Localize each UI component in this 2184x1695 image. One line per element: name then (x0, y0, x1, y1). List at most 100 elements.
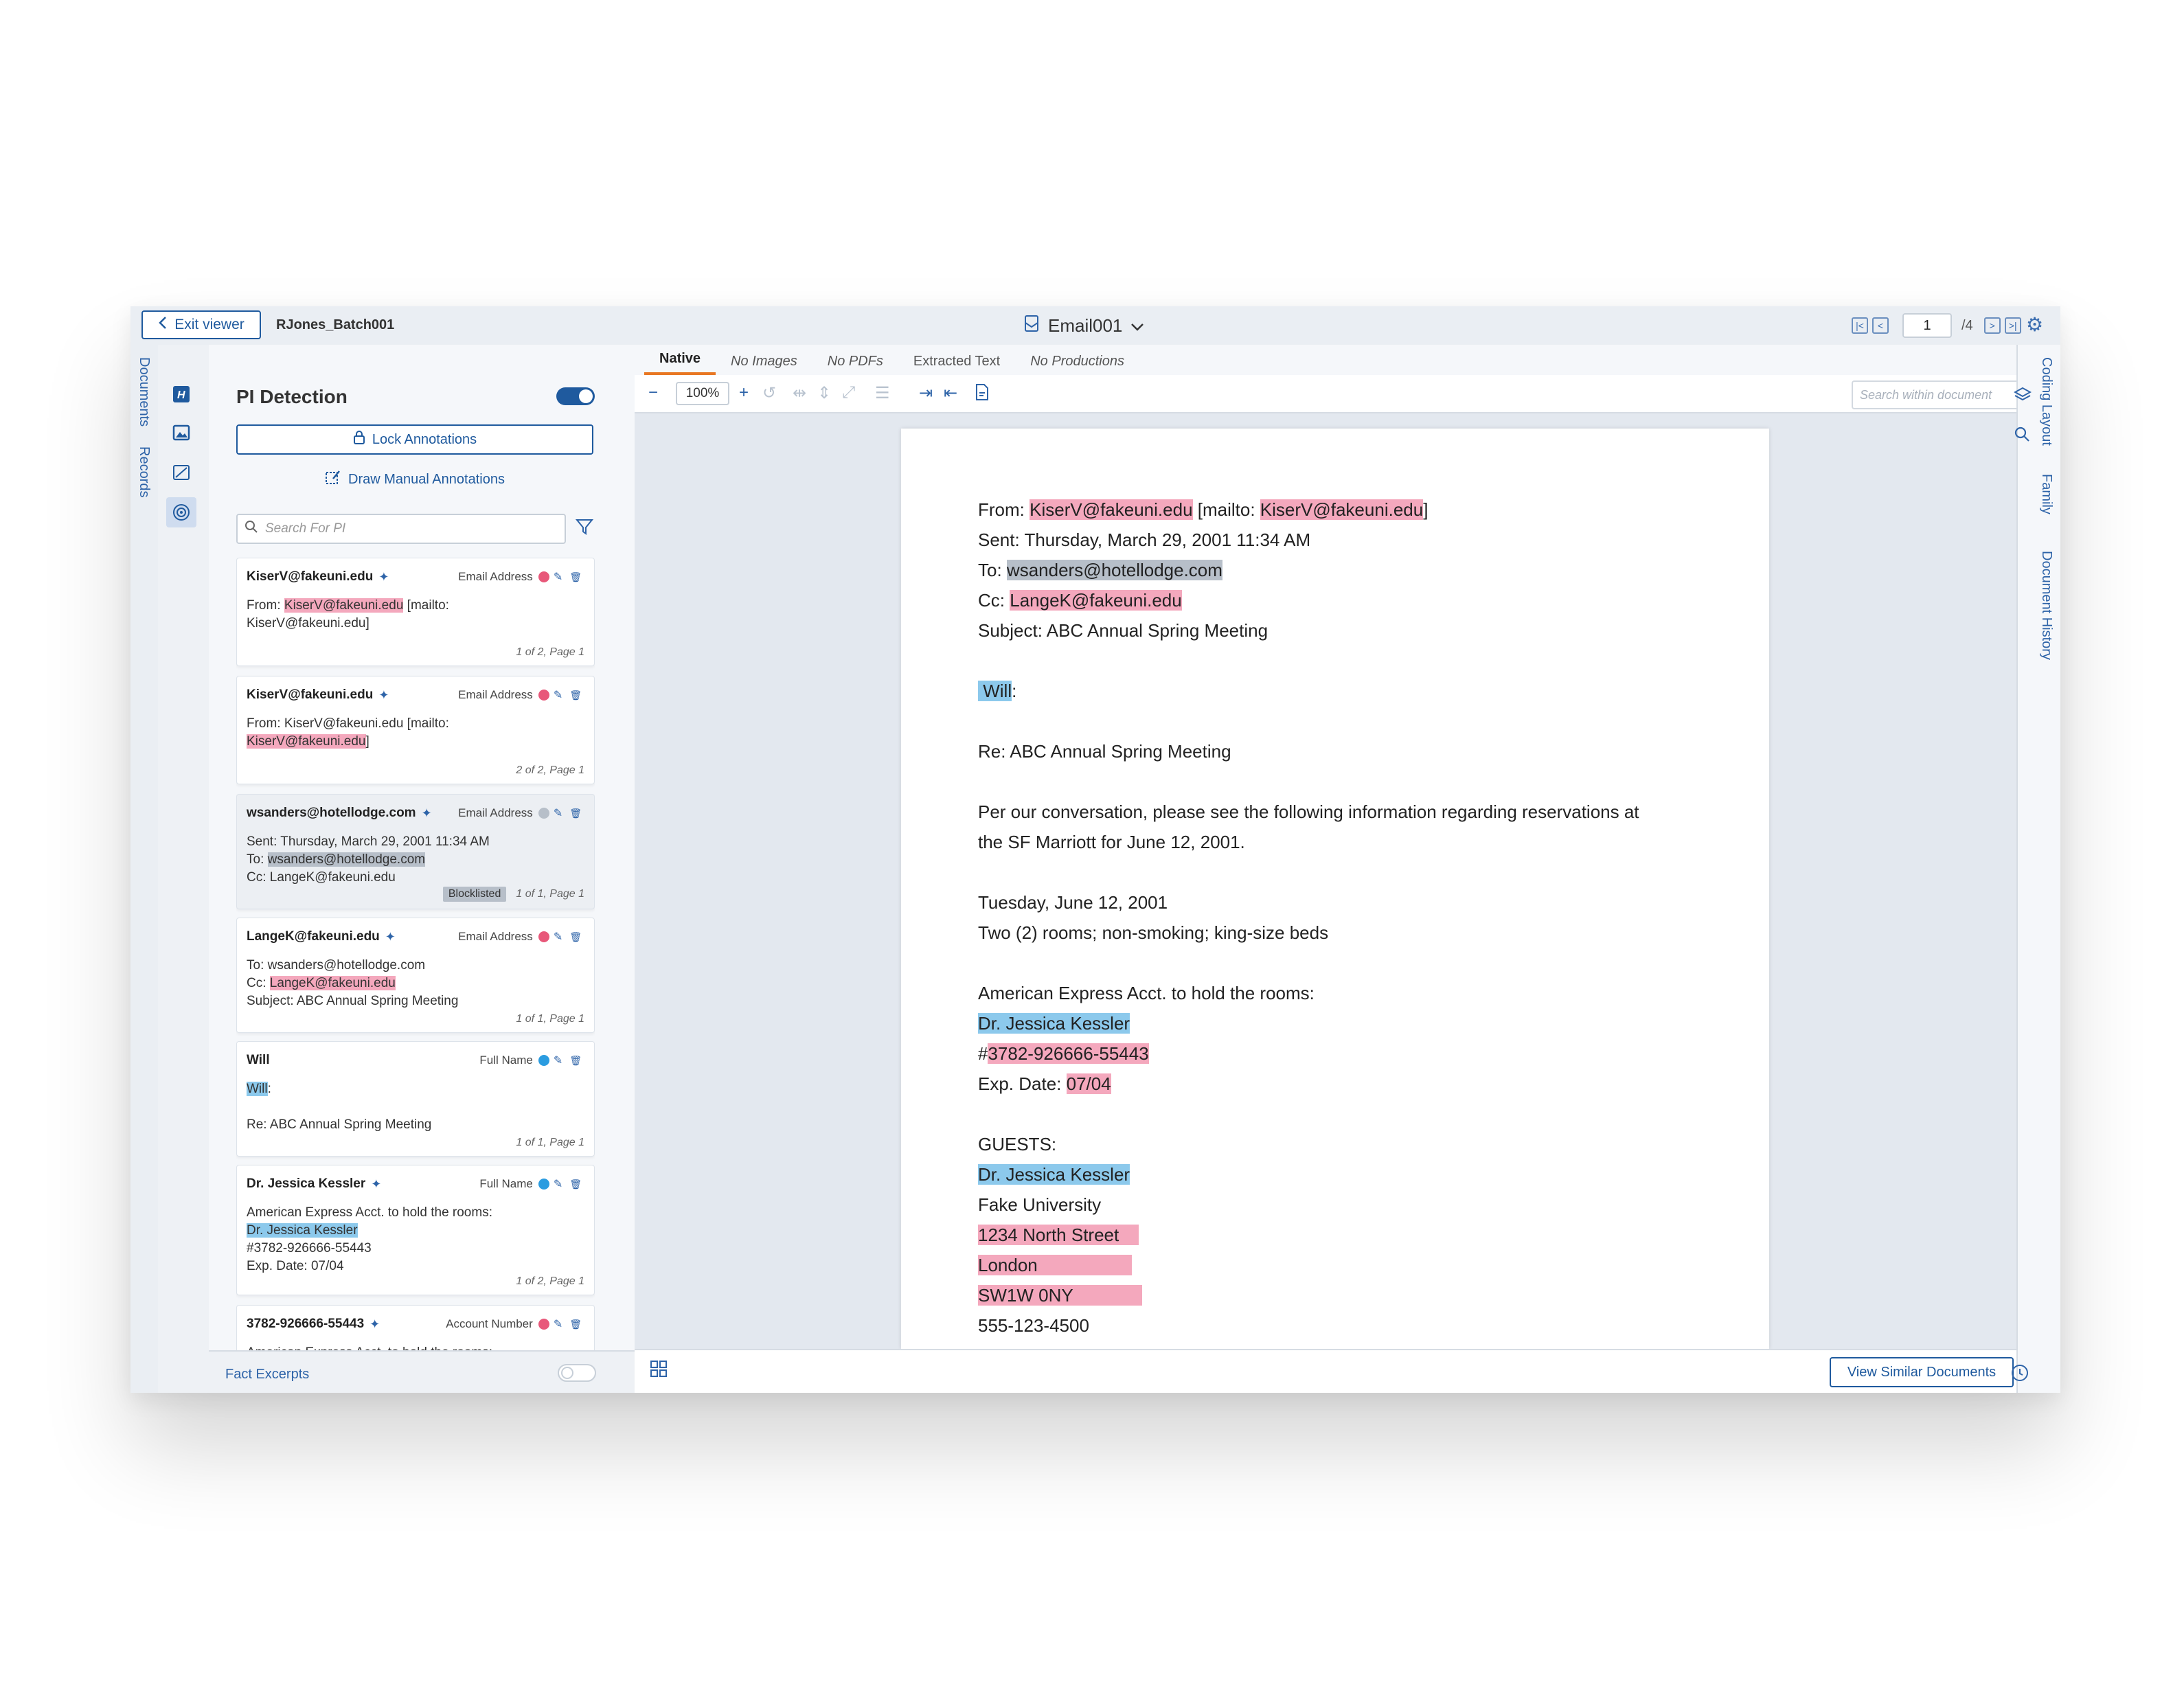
layout-icon[interactable]: ☰ (875, 383, 890, 403)
settings-gear-icon[interactable]: ⚙ (2026, 313, 2043, 336)
pi-highlight[interactable]: Dr. Jessica Kessler (978, 1013, 1130, 1034)
pdf-icon[interactable] (974, 383, 990, 406)
pi-highlight[interactable]: LangeK@fakeuni.edu (1010, 590, 1182, 611)
edit-icon[interactable]: ✎ (554, 930, 565, 944)
card-footer: 1 of 1, Page 1 (516, 1137, 584, 1149)
excerpt-text: Subject: ABC Annual Spring Meeting (247, 994, 459, 1008)
occurrence-label: 2 of 2, Page 1 (516, 764, 584, 776)
pi-highlight[interactable]: 07/04 (1066, 1073, 1111, 1094)
pi-result-card[interactable]: wsanders@hotellodge.com ✦ Email Address ✎ 🗑 S… (236, 794, 595, 909)
last-page-icon[interactable]: >| (2004, 317, 2021, 334)
pi-highlight[interactable]: London (978, 1255, 1133, 1275)
pi-result-card[interactable]: KiserV@fakeuni.edu ✦ Email Address ✎ 🗑 From: … (236, 676, 595, 784)
card-footer: 1 of 1, Page 1 (516, 1013, 584, 1025)
previous-page-icon[interactable]: < (1872, 317, 1889, 334)
document-selector[interactable]: Email001 (1023, 312, 1144, 339)
zoom-in-icon[interactable]: + (739, 383, 749, 402)
edit-icon[interactable]: ✎ (554, 1054, 565, 1067)
exit-viewer-button[interactable]: Exit viewer (141, 310, 261, 339)
excerpt-text: ] (365, 734, 369, 749)
document-line: Exp. Date: 07/04 (978, 1069, 1720, 1099)
delete-icon[interactable]: 🗑 (569, 808, 584, 819)
redaction-tool-icon[interactable] (166, 457, 196, 488)
zoom-level[interactable]: 100% (676, 382, 729, 405)
pi-search-placeholder: Search For PI (265, 521, 346, 536)
export-icon[interactable]: ⇤ (944, 383, 957, 403)
image-tool-icon[interactable] (166, 418, 196, 448)
family-tab[interactable]: Family (2038, 474, 2054, 514)
delete-icon[interactable]: 🗑 (569, 1055, 584, 1067)
edit-icon[interactable]: ✎ (554, 570, 565, 584)
delete-icon[interactable]: 🗑 (569, 571, 584, 583)
pi-highlight[interactable]: Will (978, 681, 1012, 701)
rotate-icon[interactable]: ↺ (762, 383, 776, 403)
pi-detection-fingerprint-icon[interactable] (166, 497, 196, 527)
excerpt-line: Dr. Jessica Kessler (247, 1222, 584, 1240)
search-icon[interactable] (2014, 426, 2030, 446)
pi-result-card[interactable]: Dr. Jessica Kessler ✦ Full Name ✎ 🗑 American … (236, 1165, 595, 1295)
first-page-icon[interactable]: |< (1852, 317, 1868, 334)
edit-icon[interactable]: ✎ (554, 688, 565, 702)
lock-annotations-label: Lock Annotations (372, 431, 477, 447)
delete-icon[interactable]: 🗑 (569, 1319, 584, 1330)
pi-highlight[interactable]: KiserV@fakeuni.edu (1030, 499, 1193, 520)
page-number-input[interactable]: 1 (1902, 313, 1952, 338)
pi-search-input[interactable]: Search For PI (236, 514, 566, 544)
layers-icon[interactable] (2013, 386, 2032, 407)
pi-result-card[interactable]: LangeK@fakeuni.edu ✦ Email Address ✎ 🗑 To: ws… (236, 918, 595, 1033)
view-similar-documents-button[interactable]: View Similar Documents (1830, 1357, 2014, 1387)
grid-view-icon[interactable] (650, 1360, 668, 1383)
pi-highlight[interactable]: 1234 North Street (978, 1225, 1139, 1245)
card-excerpt: To: wsanders@hotellodge.com Cc: LangeK@fa… (247, 957, 584, 1010)
pi-highlight[interactable]: 3782-926666-55443 (988, 1043, 1149, 1064)
tab-no-productions[interactable]: No Productions (1015, 354, 1139, 375)
document-viewer: Native No Images No PDFs Extracted Text No P… (635, 345, 2052, 1393)
coding-layout-tab[interactable]: Coding Layout (2038, 357, 2054, 446)
pi-highlight[interactable]: wsanders@hotellodge.com (1006, 560, 1222, 580)
card-header: LangeK@fakeuni.edu ✦ Email Address ✎ 🗑 (247, 928, 584, 946)
tab-native[interactable]: Native (644, 351, 716, 375)
email-document-icon (1023, 315, 1040, 337)
records-rail-tab[interactable]: Records (136, 446, 152, 497)
import-icon[interactable]: ⇥ (919, 383, 933, 403)
next-page-icon[interactable]: > (1983, 317, 2001, 334)
documents-rail-tab[interactable]: Documents (136, 357, 152, 426)
excerpt-text: Cc: (247, 976, 270, 990)
fit-page-icon[interactable]: ⤢ (842, 383, 855, 402)
draw-manual-annotations-link[interactable]: Draw Manual Annotations (236, 467, 593, 492)
excerpt-line: KiserV@fakeuni.edu] (247, 615, 584, 633)
text-run: Cc: (978, 590, 1010, 611)
document-history-tab[interactable]: Document History (2038, 551, 2054, 660)
tab-no-images[interactable]: No Images (716, 354, 812, 375)
zoom-out-icon[interactable]: − (648, 383, 658, 402)
text-run: [mailto: (1192, 499, 1260, 520)
pi-type-color-dot (538, 1055, 549, 1066)
edit-icon[interactable]: ✎ (554, 1317, 565, 1331)
edit-icon[interactable]: ✎ (554, 806, 565, 820)
pi-result-card[interactable]: Will Full Name ✎ 🗑 Will: Re: ABC Annual Sprin… (236, 1041, 595, 1157)
pi-result-card[interactable]: KiserV@fakeuni.edu ✦ Email Address ✎ 🗑 From: … (236, 558, 595, 666)
fact-excerpts-toggle[interactable] (558, 1364, 596, 1382)
text-run: Exp. Date: (978, 1073, 1067, 1094)
tab-extracted-text[interactable]: Extracted Text (898, 354, 1015, 375)
chevron-left-icon (158, 316, 168, 334)
highlight-tool-icon[interactable]: H (166, 379, 196, 409)
lock-annotations-button[interactable]: Lock Annotations (236, 424, 593, 455)
card-title: Dr. Jessica Kessler (247, 1176, 366, 1191)
delete-icon[interactable]: 🗑 (569, 931, 584, 943)
edit-icon[interactable]: ✎ (554, 1177, 565, 1191)
fit-width-icon[interactable]: ⇹ (793, 383, 806, 403)
delete-icon[interactable]: 🗑 (569, 1179, 584, 1190)
info-icon[interactable] (2011, 1364, 2029, 1385)
delete-icon[interactable]: 🗑 (569, 690, 584, 701)
filter-icon[interactable] (575, 518, 594, 541)
pi-highlight[interactable]: KiserV@fakeuni.edu (1260, 499, 1424, 520)
pi-highlight[interactable]: Dr. Jessica Kessler (978, 1164, 1130, 1185)
tab-no-pdfs[interactable]: No PDFs (812, 354, 898, 375)
pi-highlight[interactable]: SW1W 0NY (978, 1285, 1143, 1306)
pi-result-card[interactable]: 3782-926666-55443✦Account Number✎🗑Americ… (236, 1305, 595, 1357)
fit-height-icon[interactable]: ⇕ (817, 383, 831, 403)
pi-detection-toggle[interactable] (556, 387, 595, 405)
